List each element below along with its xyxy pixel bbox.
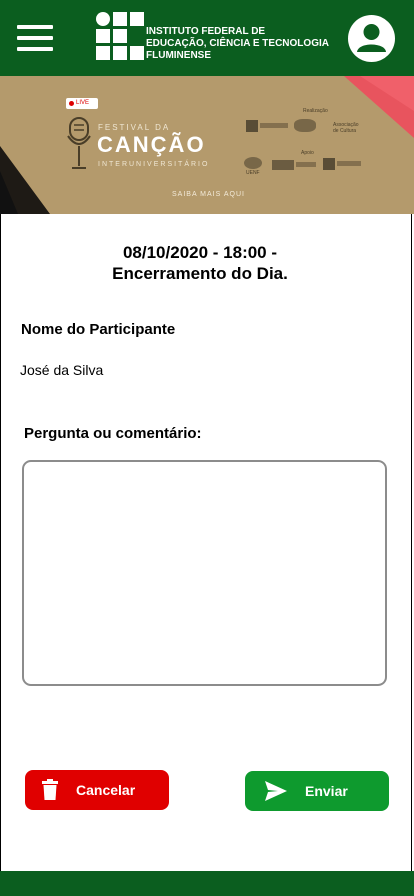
banner-cta[interactable]: SAIBA MAIS AQUI	[172, 191, 245, 198]
realizacao-label: Realização	[303, 108, 328, 114]
institution-line-2: EDUCAÇÃO, CIÊNCIA E TECNOLOGIA	[146, 38, 329, 49]
sponsor-logo-uff	[272, 160, 294, 170]
live-badge: LIVE	[66, 98, 98, 109]
sponsor-uenf: UENF	[246, 170, 260, 176]
sponsor-logo-if	[323, 158, 335, 170]
send-label: Enviar	[305, 783, 348, 799]
institution-line-3: FLUMINENSE	[146, 50, 211, 61]
hamburger-menu-icon[interactable]	[17, 25, 53, 51]
app-footer	[0, 871, 414, 896]
question-textarea[interactable]	[22, 460, 387, 686]
event-title: 08/10/2020 - 18:00 - Encerramento do Dia…	[0, 242, 400, 284]
festival-small-title: FESTIVAL DA	[98, 123, 171, 132]
sponsor-text-bar-3	[337, 161, 361, 166]
microphone-icon	[67, 117, 91, 169]
user-avatar-icon[interactable]	[348, 15, 395, 62]
ifff-logo	[96, 12, 144, 64]
app-header: INSTITUTO FEDERAL DE EDUCAÇÃO, CIÊNCIA E…	[0, 0, 414, 76]
festival-subtitle: INTERUNIVERSITÁRIO	[98, 161, 210, 168]
sponsor-logo-script	[294, 119, 316, 132]
question-label: Pergunta ou comentário:	[24, 425, 202, 442]
event-banner[interactable]: LIVE FESTIVAL DA CANÇÃO INTERUNIVERSITÁR…	[0, 76, 414, 214]
event-name: Encerramento do Dia.	[112, 264, 288, 283]
send-button[interactable]: Enviar	[245, 771, 389, 811]
sponsor-logo-uenf	[244, 157, 262, 169]
sponsor-logo-ifff	[246, 120, 258, 132]
apoio-label: Apoio	[301, 150, 314, 156]
trash-icon	[42, 779, 58, 800]
cancel-button[interactable]: Cancelar	[25, 770, 169, 810]
sponsor-text-bar	[260, 123, 288, 128]
festival-title: CANÇÃO	[97, 132, 206, 157]
send-icon	[265, 781, 287, 801]
participant-label: Nome do Participante	[21, 321, 176, 338]
sponsor-text-bar-2	[296, 162, 316, 167]
institution-line-1: INSTITUTO FEDERAL DE	[146, 26, 266, 37]
cancel-label: Cancelar	[76, 782, 136, 798]
sponsor-associacao: Associação de Cultura	[333, 122, 359, 134]
institution-name: INSTITUTO FEDERAL DE EDUCAÇÃO, CIÊNCIA E…	[146, 26, 336, 62]
event-datetime: 08/10/2020 - 18:00 -	[122, 243, 278, 262]
participant-name: José da Silva	[20, 362, 104, 378]
